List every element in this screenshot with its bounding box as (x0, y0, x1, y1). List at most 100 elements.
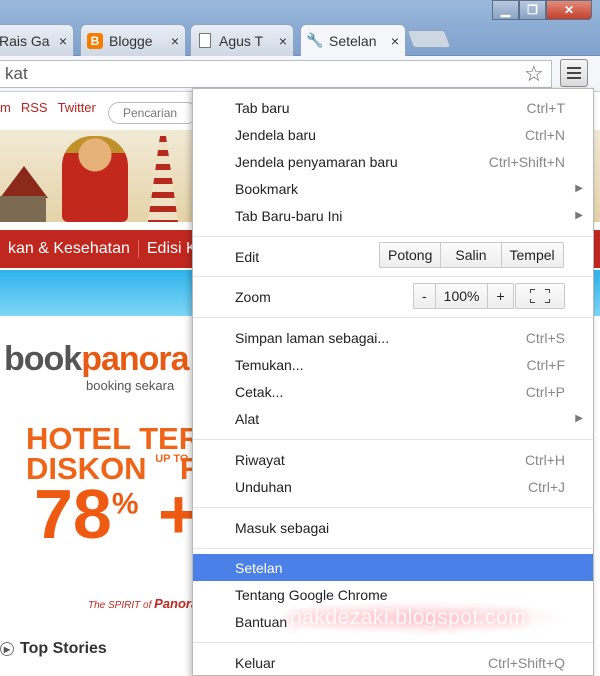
menu-item-print[interactable]: Cetak... Ctrl+P (193, 378, 593, 405)
tab-blogger[interactable]: B Blogge × (80, 24, 186, 56)
logo-book: book (4, 340, 82, 378)
window-close-icon[interactable]: ✕ (546, 0, 592, 20)
menu-separator (193, 236, 593, 237)
edit-button-group: Potong Salin Tempel (379, 242, 564, 268)
address-text: kat (5, 64, 28, 83)
close-icon[interactable]: × (391, 33, 399, 49)
top-link[interactable]: m (0, 100, 11, 115)
blogger-icon: B (87, 32, 103, 49)
menu-shortcut: Ctrl+Shift+N (488, 153, 565, 170)
tab-title: Setelan (329, 32, 377, 49)
menu-shortcut: Ctrl+S (525, 329, 565, 346)
browser-toolbar: kat (0, 56, 600, 92)
menu-shortcut: Ctrl+Shift+Q (487, 654, 565, 671)
submenu-arrow-icon: ▶ (575, 183, 583, 194)
pagoda-graphic (148, 136, 178, 222)
menu-item-label: Alat (235, 410, 260, 427)
ad-logo: bookpanora (4, 340, 190, 379)
tab-setelan[interactable]: 🔧 Setelan × (300, 24, 406, 56)
chrome-menu: Tab baru Ctrl+T Jendela baru Ctrl+N Jend… (192, 88, 594, 676)
tab-title: Blogge (109, 32, 153, 49)
menu-shortcut: Ctrl+N (524, 126, 565, 143)
close-icon[interactable]: × (59, 33, 67, 49)
top-link-twitter[interactable]: Twitter (58, 100, 96, 115)
browser-titlebar: Rais Ga × B Blogge × Agus T × 🔧 Setelan … (0, 0, 600, 56)
paste-button[interactable]: Tempel (502, 243, 563, 267)
bookmark-star-icon[interactable]: ☆ (524, 61, 544, 87)
menu-shortcut: Ctrl+P (525, 383, 565, 400)
dancer-graphic (62, 136, 128, 222)
top-link-rss[interactable]: RSS (21, 100, 48, 115)
menu-item-history[interactable]: Riwayat Ctrl+H (193, 446, 593, 473)
menu-separator (193, 317, 593, 318)
menu-item-label: Bookmark (235, 180, 299, 197)
bookpanorama-ad[interactable]: bookpanora booking sekara HOTEL TER DISK… (0, 328, 206, 628)
window-controls: ▁ ❐ ✕ (492, 0, 592, 20)
menu-separator (193, 548, 593, 549)
ad-percent-sign: % (111, 487, 139, 521)
menu-item-new-tab[interactable]: Tab baru Ctrl+T (193, 94, 593, 121)
zoom-control: - 100% + (413, 283, 514, 309)
menu-item-sign-in[interactable]: Masuk sebagai (193, 514, 593, 541)
close-icon[interactable]: × (279, 33, 287, 49)
menu-shortcut: Ctrl+H (524, 451, 565, 468)
menu-item-new-window[interactable]: Jendela baru Ctrl+N (193, 121, 593, 148)
site-search-input[interactable]: Pencarian (108, 102, 198, 124)
search-placeholder: Pencarian (123, 106, 178, 120)
menu-item-settings[interactable]: Setelan (193, 554, 593, 581)
zoom-out-button[interactable]: - (414, 284, 436, 308)
close-icon[interactable]: × (171, 33, 179, 49)
menu-separator (193, 642, 593, 643)
fullscreen-button[interactable] (515, 283, 565, 309)
menu-item-label: Tab Baru-baru Ini (235, 207, 343, 224)
zoom-in-button[interactable]: + (488, 284, 512, 308)
top-links: m RSS Twitter (0, 100, 96, 115)
menu-item-incognito[interactable]: Jendela penyamaran baru Ctrl+Shift+N (193, 148, 593, 175)
new-tab-button[interactable] (406, 30, 452, 48)
submenu-arrow-icon: ▶ (575, 413, 583, 424)
watermark-text: pakdezaki.blogspot.com (290, 606, 527, 629)
top-stories-heading[interactable]: ▶ Top Stories (0, 640, 107, 658)
menu-item-exit[interactable]: Keluar Ctrl+Shift+Q (193, 649, 593, 676)
tab-agus[interactable]: Agus T × (190, 24, 294, 56)
address-bar[interactable]: kat (0, 60, 552, 88)
ad-spirit-prefix: The SPIRIT of (88, 600, 152, 611)
menu-item-tools[interactable]: Alat ▶ (193, 405, 593, 432)
tab-rais[interactable]: Rais Ga × (0, 24, 74, 56)
logo-pan: panora (81, 340, 189, 378)
tab-title: Agus T (219, 32, 264, 49)
menu-item-find[interactable]: Temukan... Ctrl+F (193, 351, 593, 378)
submenu-arrow-icon: ▶ (575, 210, 583, 221)
ad-line1: HOTEL TER (26, 421, 202, 456)
top-stories-label: Top Stories (20, 640, 107, 657)
menu-item-label: Setelan (235, 559, 283, 576)
menu-item-downloads[interactable]: Unduhan Ctrl+J (193, 473, 593, 500)
menu-item-label: Masuk sebagai (235, 519, 330, 536)
house-graphic (0, 196, 46, 222)
menu-shortcut: Ctrl+F (526, 356, 566, 373)
copy-button[interactable]: Salin (441, 243, 502, 267)
menu-separator (193, 439, 593, 440)
chrome-menu-button[interactable] (560, 59, 588, 87)
play-icon: ▶ (0, 642, 14, 656)
maximize-icon[interactable]: ❐ (519, 0, 546, 20)
fullscreen-icon (530, 289, 550, 303)
menu-shortcut: Ctrl+J (528, 478, 565, 495)
cut-button[interactable]: Potong (380, 243, 442, 267)
wrench-icon: 🔧 (306, 32, 324, 48)
nav-item-kesehatan[interactable]: kan & Kesehatan (0, 240, 139, 258)
minimize-icon[interactable]: ▁ (492, 0, 519, 20)
ad-tagline: The SPIRIT of Panoran (88, 596, 206, 611)
ad-upto: UP TO (155, 453, 189, 465)
menu-separator (193, 276, 593, 277)
menu-shortcut: Ctrl+T (526, 99, 566, 116)
page-icon (197, 33, 213, 49)
menu-item-save-page[interactable]: Simpan laman sebagai... Ctrl+S (193, 324, 593, 351)
logo-subtitle: booking sekara (86, 378, 175, 393)
tab-title: Rais Ga (0, 32, 50, 49)
zoom-level: 100% (436, 284, 489, 308)
menu-item-bookmarks[interactable]: Bookmark ▶ (193, 175, 593, 202)
ad-percent-value: 78 (34, 475, 112, 553)
menu-item-recent-tabs[interactable]: Tab Baru-baru Ini ▶ (193, 202, 593, 229)
menu-separator (193, 507, 593, 508)
